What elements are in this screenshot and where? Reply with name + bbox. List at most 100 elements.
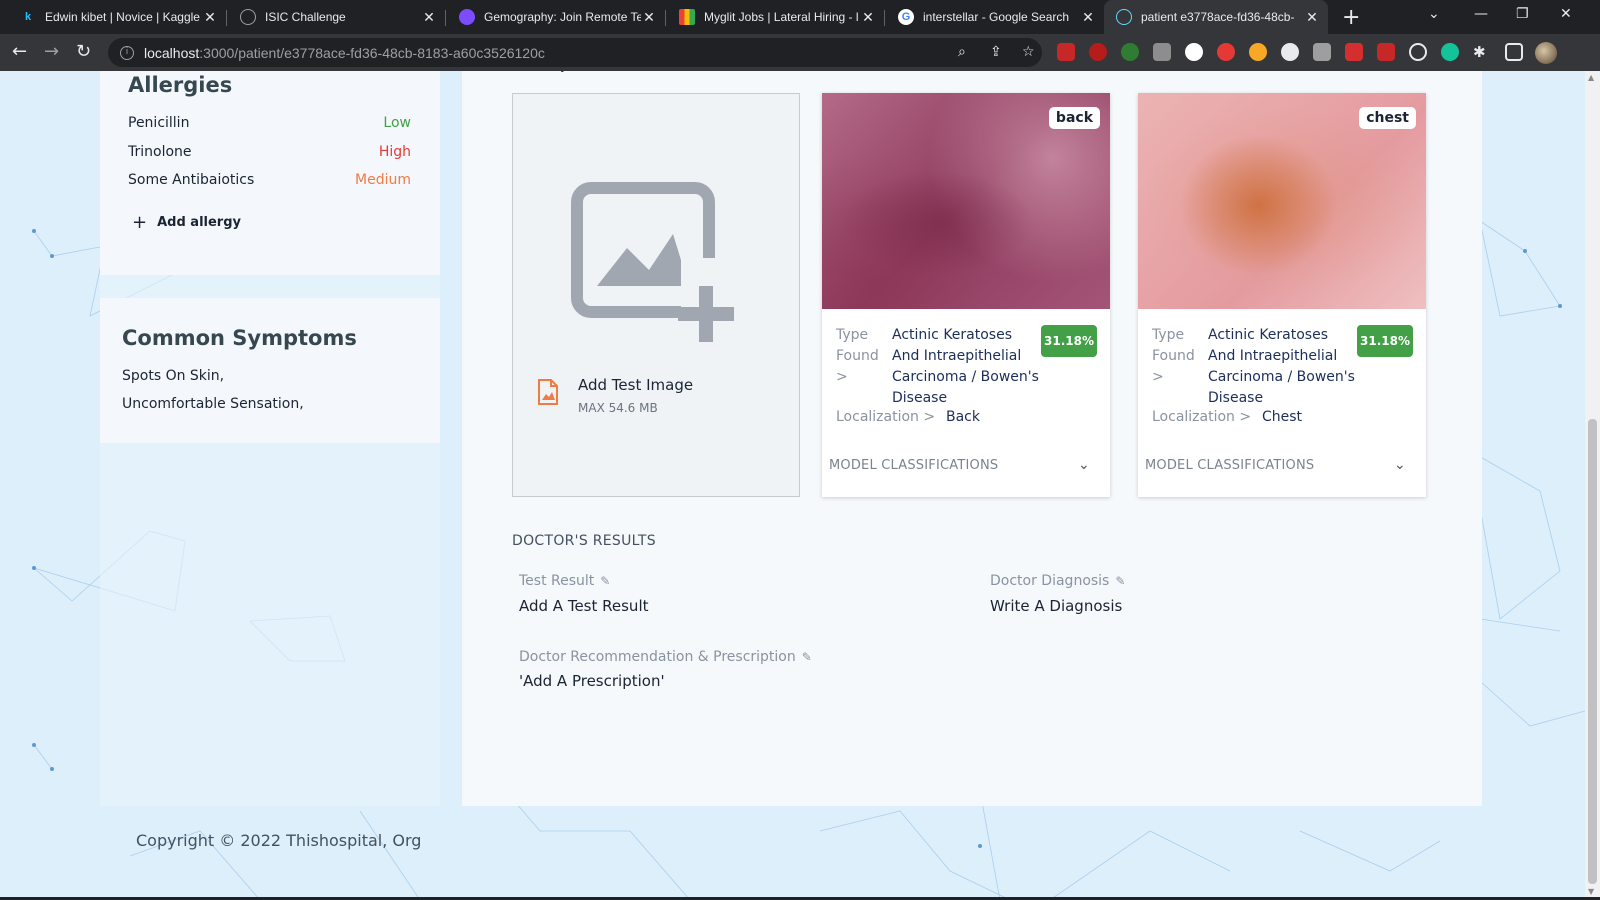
allergy-name: Some Antibaiotics	[128, 172, 255, 188]
doctor-diagnosis-value[interactable]: Write A Diagnosis	[990, 597, 1122, 615]
close-icon[interactable]: ✕	[1080, 9, 1096, 26]
chevron-down-icon[interactable]: ⌄	[1078, 457, 1090, 473]
localization-value: Chest	[1262, 409, 1303, 425]
tab-search-chevron-icon[interactable]: ⌄	[1428, 6, 1440, 22]
allergy-row: Penicillin Low	[128, 115, 411, 131]
url-text: localhost:3000/patient/e3778ace-fd36-48c…	[144, 45, 545, 61]
myglit-icon	[679, 9, 695, 25]
scroll-down-icon[interactable]: ▼	[1588, 887, 1594, 896]
doctor-diagnosis-label: Doctor Diagnosis ✎	[990, 573, 1125, 589]
extension-icon[interactable]	[1281, 43, 1299, 61]
bookmark-star-icon[interactable]: ☆	[1022, 44, 1035, 60]
localization-label: Localization >	[836, 409, 936, 425]
add-allergy-button[interactable]: + Add allergy	[132, 212, 241, 233]
prescription-value[interactable]: 'Add A Prescription'	[519, 672, 665, 690]
browser-toolbar: ← → ↻ i localhost:3000/patient/e3778ace-…	[0, 34, 1600, 71]
test-result-value[interactable]: Add A Test Result	[519, 597, 649, 615]
google-icon: G	[898, 9, 914, 25]
allergy-level: Low	[383, 115, 411, 131]
symptoms-title: Common Symptoms	[122, 326, 357, 350]
extension-icon[interactable]	[1313, 43, 1331, 61]
footer-copyright: Copyright © 2022 Thishospital, Org	[136, 831, 422, 850]
allergy-name: Penicillin	[128, 115, 190, 131]
close-icon[interactable]: ✕	[202, 9, 218, 26]
description-label: description	[512, 71, 601, 73]
add-test-image-label: Add Test Image	[578, 376, 694, 394]
extension-icon[interactable]	[1217, 43, 1235, 61]
scroll-up-icon[interactable]: ▲	[1588, 73, 1594, 82]
edit-pencil-icon[interactable]: ✎	[802, 650, 812, 664]
site-info-icon[interactable]: i	[120, 45, 134, 60]
pokeball-icon[interactable]	[1185, 43, 1203, 61]
extensions-puzzle-icon[interactable]: ✱	[1473, 43, 1491, 61]
edit-pencil-icon[interactable]: ✎	[600, 574, 610, 588]
back-arrow-icon[interactable]: ←	[12, 41, 27, 62]
symptoms-card: Common Symptoms Spots On Skin, Uncomfort…	[100, 298, 440, 443]
new-tab-icon[interactable]: +	[1342, 5, 1360, 30]
confidence-badge: 31.18%	[1357, 325, 1413, 357]
location-badge: back	[1048, 107, 1100, 129]
window-close-icon[interactable]: ✕	[1560, 6, 1572, 22]
prediction-card-chest[interactable]: chest Type Found > Actinic Keratoses And…	[1138, 93, 1426, 497]
type-found-label: Type Found >	[1152, 327, 1195, 385]
forward-arrow-icon[interactable]: →	[44, 41, 59, 62]
add-test-image-card[interactable]: Add Test Image MAX 54.6 MB	[512, 93, 800, 497]
localization-value: Back	[946, 409, 980, 425]
model-classifications-toggle[interactable]: MODEL CLASSIFICATIONS	[829, 458, 998, 473]
model-classifications-toggle[interactable]: MODEL CLASSIFICATIONS	[1145, 458, 1314, 473]
minimize-icon[interactable]: —	[1474, 6, 1488, 22]
prescription-label: Doctor Recommendation & Prescription ✎	[519, 649, 812, 665]
kaggle-icon: k	[24, 11, 32, 23]
tab-isic[interactable]: ISIC Challenge ✕	[228, 0, 445, 34]
add-image-icon	[571, 182, 739, 342]
localization-label: Localization >	[1152, 409, 1252, 425]
chevron-down-icon[interactable]: ⌄	[1394, 457, 1406, 473]
close-icon[interactable]: ✕	[1304, 9, 1320, 26]
close-icon[interactable]: ✕	[860, 9, 876, 26]
address-bar[interactable]: i localhost:3000/patient/e3778ace-fd36-4…	[108, 38, 1042, 67]
react-icon	[1116, 9, 1132, 25]
restore-icon[interactable]: ❐	[1516, 6, 1529, 22]
tab-kaggle[interactable]: k Edwin kibet | Novice | Kaggle ✕	[8, 0, 226, 34]
extension-icon[interactable]	[1153, 43, 1171, 61]
reload-icon[interactable]: ↻	[76, 41, 91, 62]
tab-patient[interactable]: patient e3778ace-fd36-48cb- ✕	[1104, 0, 1328, 34]
prediction-card-back[interactable]: back Type Found > Actinic Keratoses And …	[822, 93, 1110, 497]
file-image-icon	[538, 379, 558, 405]
side-panel-icon[interactable]	[1505, 43, 1523, 61]
zoom-icon[interactable]: ⌕	[958, 44, 966, 60]
tab-title: patient e3778ace-fd36-48cb-	[1141, 10, 1295, 24]
profile-avatar[interactable]	[1535, 42, 1557, 64]
tab-title: Edwin kibet | Novice | Kaggle	[45, 10, 200, 24]
share-icon[interactable]: ⇪	[990, 44, 1002, 60]
globe-icon	[240, 9, 256, 25]
close-icon[interactable]: ✕	[641, 9, 657, 26]
edit-pencil-icon[interactable]: ✎	[1115, 574, 1125, 588]
extension-icon[interactable]	[1345, 43, 1363, 61]
grammarly-icon[interactable]	[1441, 43, 1459, 61]
tab-myglit[interactable]: Myglit Jobs | Lateral Hiring - l ✕	[667, 0, 884, 34]
extension-icon[interactable]	[1409, 43, 1427, 61]
close-icon[interactable]: ✕	[421, 9, 437, 26]
doctor-diagnosis-label-text: Doctor Diagnosis	[990, 573, 1110, 589]
tab-title: Myglit Jobs | Lateral Hiring - l	[704, 10, 859, 24]
test-result-label: Test Result ✎	[519, 573, 610, 589]
extension-icon[interactable]	[1249, 43, 1267, 61]
allergy-level: High	[378, 144, 411, 160]
tab-google-search[interactable]: G interstellar - Google Search ✕	[886, 0, 1104, 34]
extension-icon[interactable]	[1121, 43, 1139, 61]
test-result-label-text: Test Result	[519, 573, 595, 589]
allergies-card: Allergies Penicillin Low Trinolone High …	[100, 71, 440, 275]
page-viewport: Allergies Penicillin Low Trinolone High …	[0, 71, 1585, 900]
type-found-value: Actinic Keratoses And Intraepithelial Ca…	[1208, 327, 1355, 406]
type-found-label: Type Found >	[836, 327, 879, 385]
extension-icon[interactable]	[1057, 43, 1075, 61]
extension-icon[interactable]	[1377, 43, 1395, 61]
plus-icon: +	[132, 212, 148, 233]
main-panel: description Add Test Image MAX 54.6 MB	[462, 71, 1482, 806]
ublock-icon[interactable]	[1089, 43, 1107, 61]
symptom-item: Spots On Skin,	[122, 368, 225, 384]
tab-gemography[interactable]: Gemography: Join Remote Te ✕	[447, 0, 665, 34]
page-scrollbar[interactable]: ▲ ▼	[1585, 71, 1600, 900]
scrollbar-thumb[interactable]	[1588, 419, 1597, 884]
